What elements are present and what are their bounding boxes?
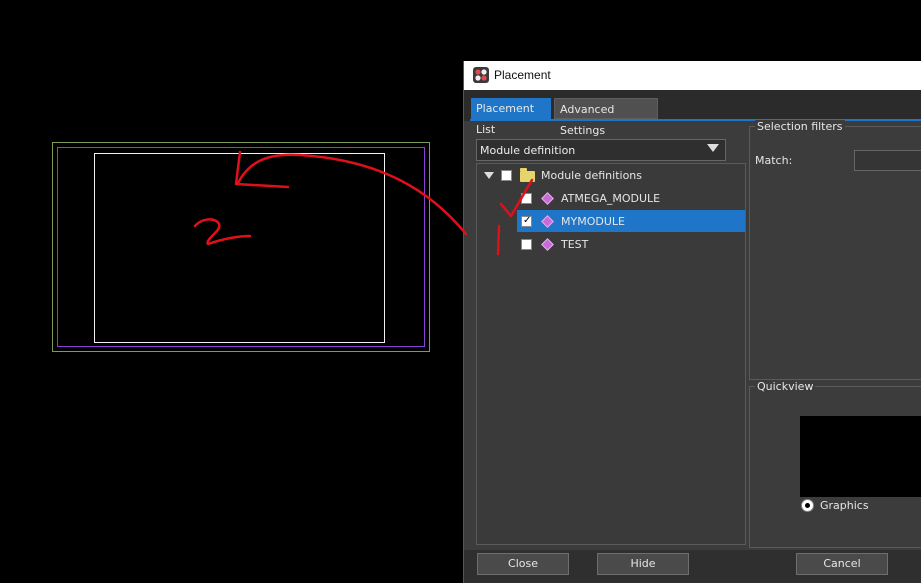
quickview-preview xyxy=(800,416,921,497)
dropdown-value: Module definition xyxy=(480,144,576,157)
checkbox-mymodule[interactable]: ✓ xyxy=(521,215,532,227)
selection-filters-title: Selection filters xyxy=(755,120,845,133)
tree-item-mymodule[interactable]: MYMODULE xyxy=(561,215,625,228)
root-checkbox[interactable] xyxy=(501,170,512,181)
check-icon: ✓ xyxy=(523,215,532,226)
tree-root-label: Module definitions xyxy=(541,169,643,182)
quickview-title: Quickview xyxy=(755,380,816,393)
tree-item-test[interactable]: TEST xyxy=(561,238,588,251)
match-label: Match: xyxy=(755,154,793,167)
chevron-down-icon xyxy=(707,144,719,152)
graphics-radio[interactable] xyxy=(801,499,814,512)
cancel-button[interactable]: Cancel xyxy=(796,553,888,575)
dialog-titlebar[interactable]: Placement xyxy=(464,61,921,90)
definition-type-dropdown[interactable]: Module definition xyxy=(476,139,726,161)
checkbox-atmega-module[interactable] xyxy=(521,193,532,204)
tab-placement-list[interactable]: Placement List xyxy=(471,98,551,136)
graphics-radio-label[interactable]: Graphics xyxy=(820,499,869,512)
tab-advanced-settings[interactable]: Advanced Settings xyxy=(554,98,658,137)
tab-underline xyxy=(470,119,921,121)
module-placement-area xyxy=(94,153,385,343)
checkbox-test[interactable] xyxy=(521,239,532,250)
tree-item-atmega-module[interactable]: ATMEGA_MODULE xyxy=(561,192,660,205)
folder-icon xyxy=(520,168,535,182)
close-button[interactable]: Close xyxy=(477,553,569,575)
match-input[interactable] xyxy=(854,150,921,171)
tab-bar: Placement List Advanced Settings xyxy=(464,90,921,137)
hide-button[interactable]: Hide xyxy=(597,553,689,575)
dialog-title: Placement xyxy=(494,68,551,82)
expand-arrow-icon[interactable] xyxy=(484,172,494,179)
app-icon xyxy=(473,67,489,83)
